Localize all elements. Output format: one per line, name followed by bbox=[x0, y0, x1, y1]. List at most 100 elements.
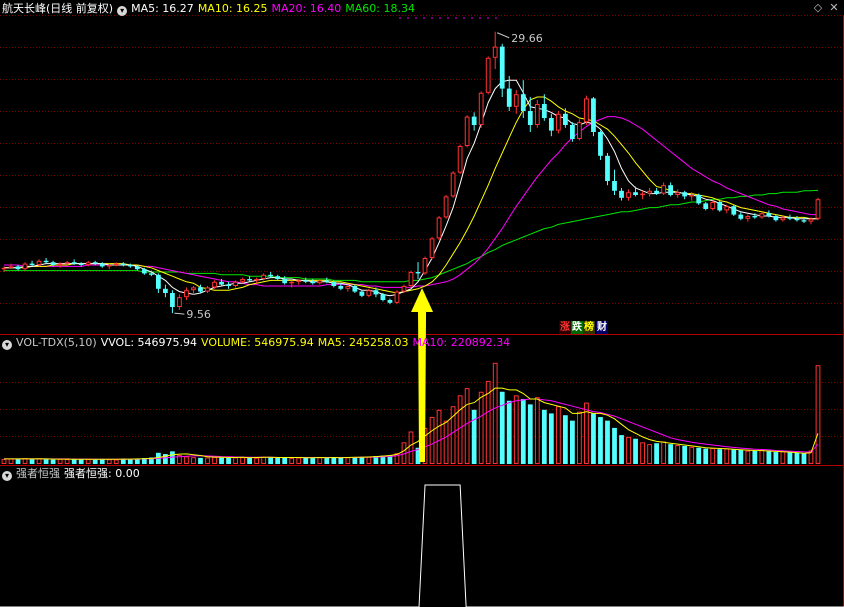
candle-body-down bbox=[738, 214, 744, 219]
candle-body-down bbox=[43, 260, 49, 263]
volume-bar-down bbox=[50, 459, 56, 464]
candle-body-down bbox=[352, 286, 358, 292]
candle-body-up bbox=[1, 267, 7, 270]
candle-body-down bbox=[415, 272, 421, 274]
diamond-icon[interactable]: ◇ bbox=[812, 2, 824, 14]
badge-finance[interactable]: 财 bbox=[596, 321, 608, 334]
candle-body-down bbox=[99, 263, 105, 267]
candle-body-down bbox=[155, 274, 161, 289]
candle-body-down bbox=[605, 155, 610, 181]
candle-body-down bbox=[141, 269, 147, 274]
volume-bar-down bbox=[598, 417, 603, 464]
volume-panel-header: ▾ VOL-TDX(5,10) VVOL: 546975.94 VOLUME: 546… bbox=[2, 335, 514, 351]
candle-body-up bbox=[780, 217, 786, 221]
volume-bar-up bbox=[492, 362, 498, 465]
vvol-label: VVOL: 546975.94 bbox=[100, 336, 198, 349]
candle-body-up bbox=[724, 206, 730, 211]
candle-body-up bbox=[366, 290, 372, 296]
candle-body-up bbox=[485, 57, 491, 93]
candle-body-down bbox=[387, 300, 393, 303]
ma10-label: MA10: 16.25 bbox=[197, 2, 268, 15]
volume-bar-down bbox=[654, 443, 659, 464]
candle-body-up bbox=[36, 260, 42, 265]
candle-body-down bbox=[541, 104, 547, 118]
badge-up[interactable]: 涨 bbox=[559, 321, 571, 334]
chevron-down-icon[interactable]: ▾ bbox=[2, 471, 12, 481]
price-panel-header: 航天长峰(日线 前复权) ▾ MA5: 16.27 MA10: 16.25 MA20: … bbox=[2, 1, 419, 17]
candle-body-up bbox=[345, 286, 351, 289]
candle-body-down bbox=[148, 273, 154, 275]
volume-bar-down bbox=[752, 450, 758, 464]
volume-bar-up bbox=[429, 417, 435, 464]
volume-indicator-title: VOL-TDX(5,10) bbox=[16, 336, 97, 349]
stock-title: 航天长峰(日线 前复权) bbox=[2, 2, 114, 15]
candle-body-up bbox=[106, 265, 112, 267]
badge-down[interactable]: 跌 bbox=[571, 321, 583, 334]
volume-bar-up bbox=[254, 457, 260, 465]
volume-bar-down bbox=[219, 457, 224, 464]
volume-bar-up bbox=[289, 457, 295, 464]
volume-bar-up bbox=[464, 388, 470, 464]
candle-body-down bbox=[801, 220, 807, 222]
top-dot-marker bbox=[471, 17, 473, 19]
badge-rank[interactable]: 榜 bbox=[583, 321, 595, 334]
candle-body-up bbox=[640, 193, 645, 196]
candle-body-down bbox=[170, 293, 175, 307]
volume-bar-down bbox=[226, 458, 231, 464]
top-dot-marker bbox=[415, 17, 417, 19]
volume-bar-up bbox=[436, 409, 442, 465]
volume-bar-up bbox=[8, 458, 14, 465]
candle-body-up bbox=[317, 280, 323, 284]
candle-body-down bbox=[570, 125, 575, 139]
volume-bar-down bbox=[338, 457, 344, 464]
top-dot-marker bbox=[439, 17, 441, 19]
low-price-label: 9.56 bbox=[186, 308, 211, 321]
top-dot-marker bbox=[495, 17, 497, 19]
top-dot-marker bbox=[487, 17, 489, 19]
volume-bar-up bbox=[64, 459, 70, 465]
candle-body-down bbox=[787, 217, 793, 219]
candle-body-down bbox=[198, 287, 203, 292]
chart-stage: 29.66 9.56 航天长峰(日线 前复权) ▾ MA5: 16.27 MA10: 1… bbox=[0, 0, 844, 607]
volume-bar-down bbox=[801, 453, 807, 464]
candle-body-down bbox=[71, 262, 77, 264]
volume-bar-up bbox=[478, 391, 484, 465]
indicator-panel-header: ▾ 强者恒强 强者恒强: 0.00 bbox=[2, 466, 144, 482]
candle-body-up bbox=[555, 113, 561, 131]
volume-bar-down bbox=[633, 438, 638, 464]
volume-bar-up bbox=[36, 458, 42, 465]
candle-body-down bbox=[120, 263, 126, 265]
candle-body-down bbox=[499, 46, 505, 89]
candle-body-down bbox=[696, 195, 702, 204]
candle-body-down bbox=[654, 190, 659, 194]
top-dot-marker bbox=[479, 17, 481, 19]
candle-body-up bbox=[184, 290, 189, 298]
chevron-down-icon[interactable]: ▾ bbox=[2, 340, 12, 350]
candle-body-up bbox=[710, 202, 716, 209]
candle-body-down bbox=[338, 286, 344, 289]
candle-body-up bbox=[661, 185, 667, 194]
candle-body-down bbox=[310, 281, 316, 284]
volume-bar-down bbox=[99, 459, 105, 464]
candle-body-down bbox=[773, 216, 779, 221]
volume-bar-down bbox=[499, 391, 505, 464]
candle-body-up bbox=[584, 98, 589, 123]
candle-body-up bbox=[464, 116, 470, 146]
candle-body-down bbox=[219, 281, 224, 285]
candle-body-up bbox=[422, 258, 428, 274]
indicator-pulse-line bbox=[0, 484, 844, 607]
volume-bar-down bbox=[794, 452, 800, 464]
candle-body-up bbox=[289, 281, 295, 284]
volume-bar-down bbox=[247, 457, 252, 464]
chevron-down-icon[interactable]: ▾ bbox=[117, 6, 128, 16]
low-marker-line bbox=[174, 312, 185, 315]
volume-bar-up bbox=[661, 441, 667, 464]
volume-bar-up bbox=[345, 457, 351, 465]
candle-body-up bbox=[254, 279, 260, 281]
candle-body-down bbox=[752, 216, 758, 218]
volume-bar-down bbox=[668, 444, 674, 464]
volume-bar-up bbox=[675, 445, 681, 464]
candle-body-up bbox=[626, 192, 631, 198]
candle-body-up bbox=[233, 281, 238, 286]
close-icon[interactable]: ✕ bbox=[828, 2, 840, 14]
